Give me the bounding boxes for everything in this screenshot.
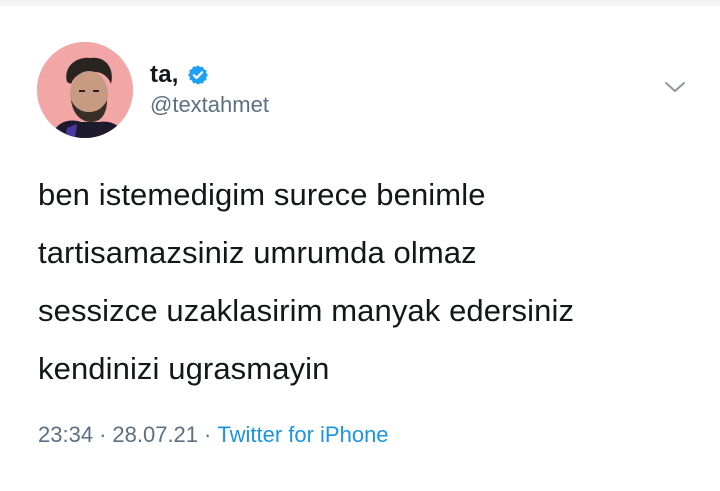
tweet-meta: 23:34 · 28.07.21 · Twitter for iPhone	[38, 422, 389, 448]
meta-separator: ·	[99, 422, 107, 447]
meta-separator: ·	[204, 422, 212, 447]
tweet-card: ta, @textahmet ben istemedigim surece be…	[0, 0, 720, 491]
divider	[0, 0, 720, 6]
verified-badge-icon	[187, 64, 209, 86]
tweet-text: ben istemedigim surece benimle tartisama…	[38, 177, 575, 386]
name-row: ta,	[150, 60, 209, 90]
tweet-time[interactable]: 23:34	[38, 422, 93, 447]
avatar-image	[37, 42, 133, 138]
tweet-date[interactable]: 28.07.21	[112, 422, 198, 447]
user-handle[interactable]: @textahmet	[150, 92, 269, 118]
display-name[interactable]: ta,	[150, 61, 179, 89]
tweet-source-link[interactable]: Twitter for iPhone	[217, 422, 388, 447]
avatar[interactable]	[37, 42, 133, 138]
chevron-down-icon[interactable]	[664, 80, 686, 94]
